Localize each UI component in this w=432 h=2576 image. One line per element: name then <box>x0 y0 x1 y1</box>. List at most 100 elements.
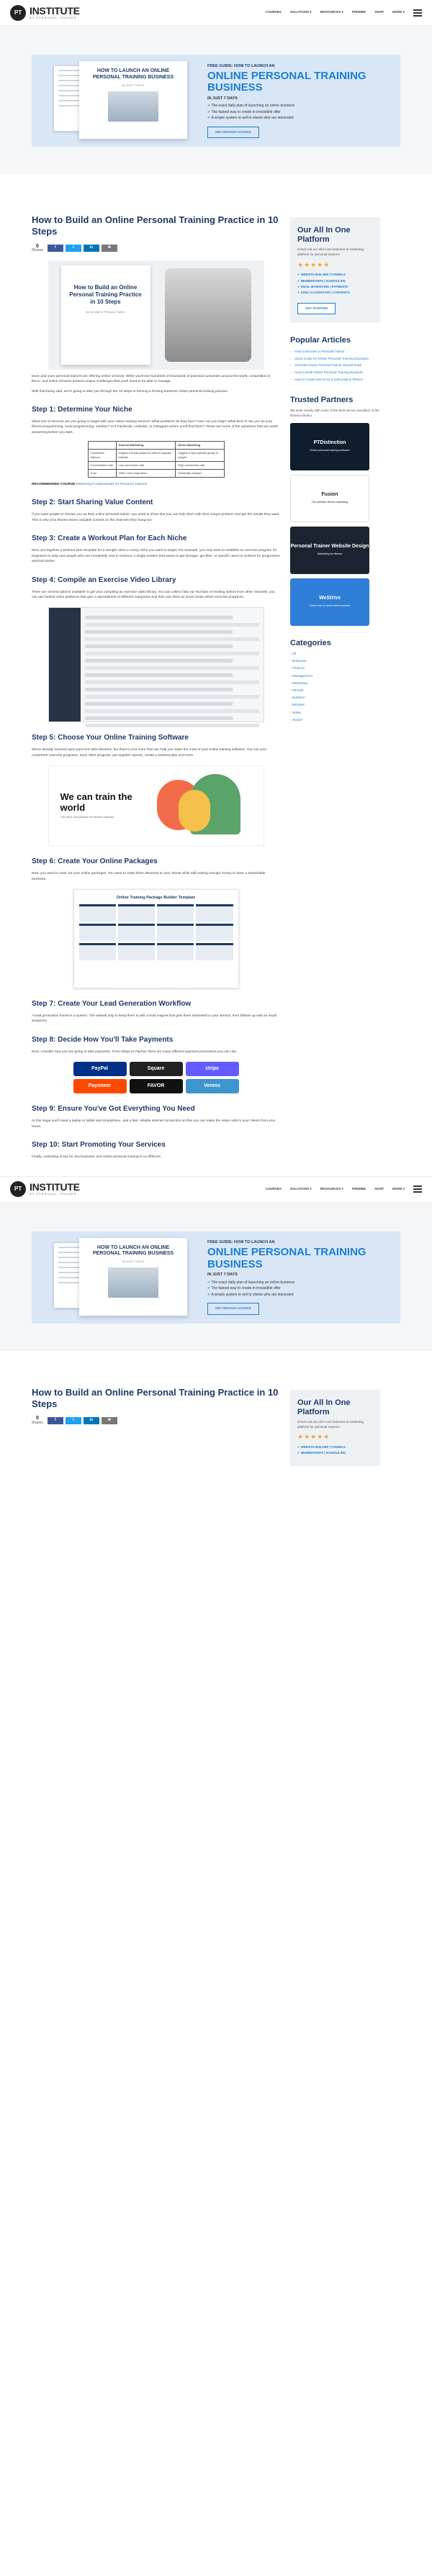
guide-cover-photo <box>108 91 158 122</box>
facebook-share-button[interactable]: f <box>47 1416 63 1424</box>
promo-section: HOW TO LAUNCH AN ONLINE PERSONAL TRAININ… <box>0 26 432 174</box>
feature-item: EMAIL MARKETING | PAYMENTS <box>297 285 373 289</box>
package-template-grid <box>78 904 233 961</box>
step-heading: Step 9: Ensure You've Got Everything You… <box>32 1105 195 1114</box>
step-body: At this stage you'll need a laptop or ta… <box>32 1119 276 1129</box>
category-link[interactable]: Sales <box>290 711 380 716</box>
sidebar: Our All In One Platform Check out our al… <box>290 214 380 1160</box>
step-body: A lead generation funnel is a system. Th… <box>32 1014 277 1024</box>
popular-article-link[interactable]: How to Create and Grow a Subscription Fi… <box>290 378 380 383</box>
feature-item: MEMBERSHIPS | SCHEDULING <box>297 1451 373 1455</box>
paypal-logo: PayPal <box>73 1062 127 1077</box>
step-heading: Step 10: Start Promoting Your Services <box>32 1141 166 1150</box>
promo-bullet: A simple system to sell to clients who a… <box>207 116 379 122</box>
package-template-title: Online Training Package Builder Template <box>116 896 196 901</box>
guide-cover: HOW TO LAUNCH AN ONLINE PERSONAL TRAININ… <box>79 61 187 139</box>
popular-article-link[interactable]: How to Become a Personal Trainer <box>290 350 380 355</box>
step-body: Now, you need to work out your online pa… <box>32 872 266 881</box>
share-bar: 0 Shares f t in ✉ <box>32 1416 280 1425</box>
screenshot-sidebar <box>48 608 81 722</box>
nav-courses[interactable]: COURSES <box>266 1187 282 1192</box>
platform-box: Our All In One Platform Check out our al… <box>290 1389 380 1466</box>
platform-box-title: Our All In One Platform <box>297 1398 351 1416</box>
popular-article-link[interactable]: Client Guide for Online Personal Trainin… <box>290 357 380 362</box>
promo-bullet: The exact daily plan of launching an onl… <box>207 104 379 109</box>
recommended-course: RECOMMENDED COURSE Marketing Fundamental… <box>32 483 148 487</box>
categories-title: Categories <box>290 638 331 647</box>
site-header-repeat: PT INSTITUTE BY PERSONAL TRAINER COURSES… <box>0 1177 432 1203</box>
article-title: How to Build an Online Personal Training… <box>32 1386 279 1409</box>
step-body: Next, consider how you are going to take… <box>32 1050 238 1054</box>
nav-resources[interactable]: RESOURCES ▾ <box>320 10 343 15</box>
promo-bullet: The fastest way to create in irresistibl… <box>207 110 379 116</box>
category-link[interactable]: Management <box>290 674 380 679</box>
promo-bullet: The exact daily plan of launching an onl… <box>207 1280 379 1286</box>
partner-website-design[interactable]: Personal Trainer Website Design Marketing… <box>290 526 369 574</box>
category-link[interactable]: Fitness <box>290 688 380 693</box>
popular-article-link[interactable]: 15 Books Every Personal Trainer Should R… <box>290 363 380 368</box>
niche-table: General Marketing Niche Marketing Custom… <box>87 441 225 478</box>
get-access-button[interactable]: GET INSTANT ACCESS <box>207 1303 259 1315</box>
promo-days: IN JUST 7 DAYS <box>207 96 238 101</box>
intro-paragraph: With that being said, we're going to tak… <box>32 389 229 393</box>
category-link[interactable]: All <box>290 652 380 657</box>
platform-box-title: Our All In One Platform <box>297 226 351 245</box>
step-body: Finally, marketing is key for any busine… <box>32 1155 162 1160</box>
nav-more[interactable]: MORE ▾ <box>392 10 405 15</box>
promo-headline: ONLINE PERSONAL TRAINING BUSINESS <box>207 69 366 94</box>
partner-fusion[interactable]: Fusion The ultimate fitness marketing <box>290 474 369 522</box>
linkedin-share-button[interactable]: in <box>83 245 99 252</box>
share-count: 0 Shares <box>32 1416 43 1425</box>
step-body: We've already touched upon past tool vid… <box>32 748 267 757</box>
hero-cover-title: How to Build an Online Personal Training… <box>69 283 142 305</box>
article-repeat: How to Build an Online Personal Training… <box>32 1387 280 1466</box>
nav-shop[interactable]: SHOP <box>374 1187 384 1192</box>
nav-shop[interactable]: SHOP <box>374 10 384 15</box>
category-link[interactable]: Business <box>290 659 380 664</box>
nav-solutions[interactable]: SOLUTIONS ▾ <box>290 10 312 15</box>
share-count: 0 Shares <box>32 243 43 253</box>
venmo-logo: Venmo <box>185 1079 239 1094</box>
step-body: If you want people to choose you as thei… <box>32 513 280 522</box>
site-header: PT INSTITUTE BY PERSONAL TRAINER COURSES… <box>0 0 432 26</box>
trusted-partners-title: Trusted Partners <box>290 395 354 404</box>
menu-icon[interactable] <box>413 9 422 17</box>
category-link[interactable]: Finance <box>290 666 380 671</box>
logo-tagline: BY PERSONAL TRAINER <box>30 15 77 19</box>
twitter-share-button[interactable]: t <box>65 245 81 252</box>
nav-more[interactable]: MORE ▾ <box>392 1187 405 1192</box>
menu-icon[interactable] <box>413 1185 422 1193</box>
guide-cover-title: HOW TO LAUNCH AN ONLINE PERSONAL TRAININ… <box>92 1244 174 1257</box>
partner-westrive[interactable]: WeStrive Learn how to build online course… <box>290 578 369 626</box>
hero-cover-sub: By the staff at Personal Trainer <box>86 309 125 314</box>
category-link[interactable]: Nutrition <box>290 696 380 701</box>
table-header <box>87 441 117 450</box>
linkedin-share-button[interactable]: in <box>83 1416 99 1424</box>
payment-logos: PayPal Square stripe Payoneer FAVOR Venm… <box>73 1062 239 1094</box>
twitter-share-button[interactable]: t <box>65 1416 81 1424</box>
recommended-course-link[interactable]: Marketing Fundamentals for Personal Trai… <box>76 483 148 486</box>
nav-freebie[interactable]: FREEBIE <box>352 10 366 15</box>
partner-ptdistinction[interactable]: PTDistinction Online personal training so… <box>290 422 369 470</box>
nav-resources[interactable]: RESOURCES ▾ <box>320 1187 343 1192</box>
nav-courses[interactable]: COURSES <box>266 10 282 15</box>
email-share-button[interactable]: ✉ <box>101 245 117 252</box>
software-banner-title: We can train the world The all-in-one pla… <box>60 791 132 819</box>
nav-freebie[interactable]: FREEBIE <box>352 1187 366 1192</box>
get-access-button[interactable]: GET INSTANT ACCESS <box>207 126 259 139</box>
facebook-share-button[interactable]: f <box>47 245 63 252</box>
category-link[interactable]: Marketing <box>290 681 380 686</box>
guide-mockup: HOW TO LAUNCH AN ONLINE PERSONAL TRAININ… <box>53 1237 194 1317</box>
popular-article-link[interactable]: How to Build Online Personal Training Bu… <box>290 370 380 376</box>
category-link[interactable]: Social <box>290 718 380 723</box>
site-logo[interactable]: PT INSTITUTE BY PERSONAL TRAINER <box>10 4 80 21</box>
get-started-button[interactable]: GET STARTED <box>297 302 336 315</box>
table-header: General Marketing <box>115 441 176 450</box>
software-banner-art <box>150 774 252 837</box>
site-logo[interactable]: PT INSTITUTE BY PERSONAL TRAINER <box>10 1181 80 1198</box>
category-link[interactable]: Mindset <box>290 703 380 708</box>
logo-mark: PT <box>10 1181 26 1198</box>
nav-solutions[interactable]: SOLUTIONS ▾ <box>290 1187 312 1192</box>
email-share-button[interactable]: ✉ <box>101 1416 117 1424</box>
promo-kicker: FREE GUIDE: HOW TO LAUNCH AN <box>207 63 275 68</box>
